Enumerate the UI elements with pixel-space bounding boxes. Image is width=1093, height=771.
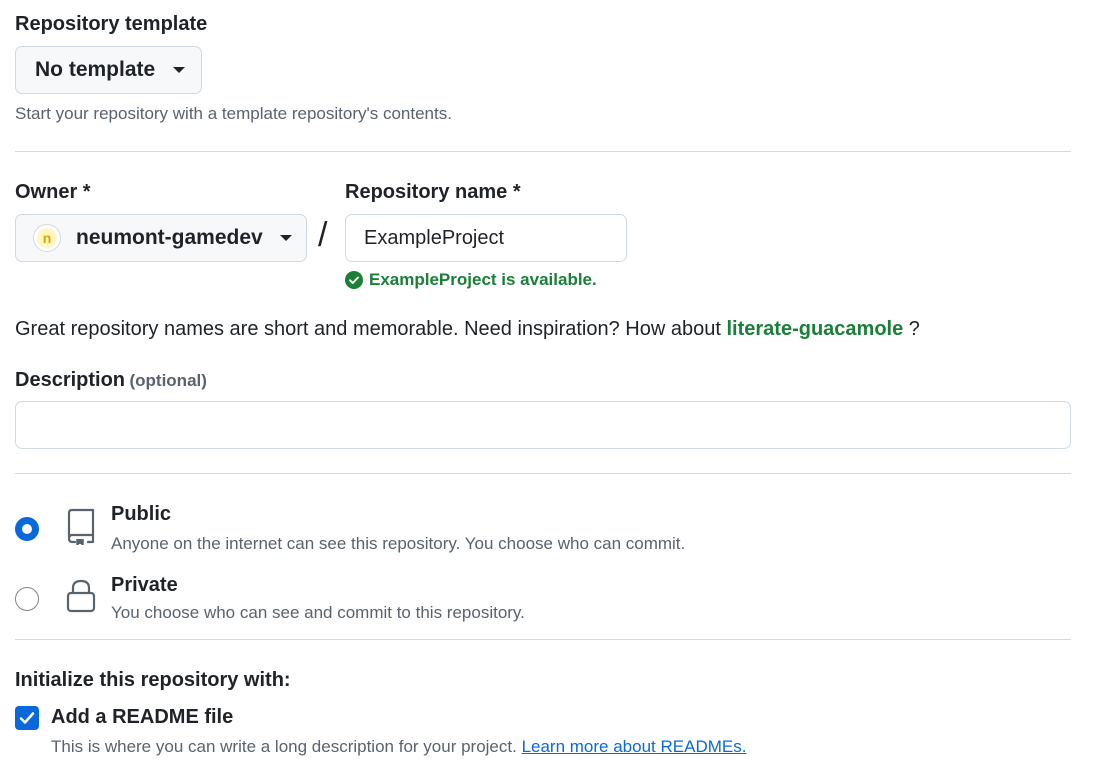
readme-checkbox[interactable] xyxy=(15,706,39,730)
name-suggestion: Great repository names are short and mem… xyxy=(15,318,920,341)
lock-icon xyxy=(64,578,98,619)
description-input[interactable] xyxy=(15,401,1071,449)
section-divider xyxy=(15,473,1071,474)
template-dropdown[interactable]: No template xyxy=(15,46,202,94)
private-description: You choose who can see and commit to thi… xyxy=(111,603,525,622)
template-label: Repository template xyxy=(15,13,208,35)
description-optional: (optional) xyxy=(129,371,207,390)
owner-dropdown[interactable]: n neumont-gamedev xyxy=(15,214,307,262)
avatar-inner: n xyxy=(37,228,57,248)
template-hint: Start your repository with a template re… xyxy=(15,104,452,123)
private-title: Private xyxy=(111,574,178,596)
repo-name-availability: ExampleProject is available. xyxy=(345,270,597,290)
public-description: Anyone on the internet can see this repo… xyxy=(111,534,686,553)
chevron-down-icon xyxy=(173,67,186,73)
public-title: Public xyxy=(111,503,172,525)
checkmark-icon xyxy=(19,711,35,725)
section-divider xyxy=(15,639,1071,640)
initialize-label: Initialize this repository with: xyxy=(15,669,291,691)
learn-more-readmes-link[interactable]: Learn more about READMEs. xyxy=(522,737,747,756)
availability-text: ExampleProject is available. xyxy=(369,270,597,289)
repo-name-label: Repository name * xyxy=(345,181,521,203)
check-circle-icon xyxy=(345,271,363,289)
readme-description-row: This is where you can write a long descr… xyxy=(51,737,746,757)
template-dropdown-value: No template xyxy=(35,58,156,81)
section-divider xyxy=(15,151,1071,152)
owner-label: Owner * xyxy=(15,181,91,203)
owner-repo-separator: / xyxy=(318,216,328,254)
description-label-row: Description (optional) xyxy=(15,369,207,392)
readme-label: Add a README file xyxy=(51,706,234,728)
suggestion-suffix: ? xyxy=(908,318,920,340)
chevron-down-icon xyxy=(279,235,292,241)
private-radio[interactable] xyxy=(15,587,39,611)
suggestion-prefix: Great repository names are short and mem… xyxy=(15,318,721,340)
readme-description: This is where you can write a long descr… xyxy=(51,737,517,756)
owner-dropdown-value: neumont-gamedev xyxy=(76,226,263,249)
avatar: n xyxy=(33,224,61,252)
description-label: Description xyxy=(15,369,126,391)
suggested-name-link[interactable]: literate-guacamole xyxy=(726,318,903,340)
repo-icon xyxy=(64,507,98,550)
public-radio[interactable] xyxy=(15,517,39,541)
avatar-letter: n xyxy=(42,230,52,246)
repo-name-input[interactable] xyxy=(345,214,627,262)
